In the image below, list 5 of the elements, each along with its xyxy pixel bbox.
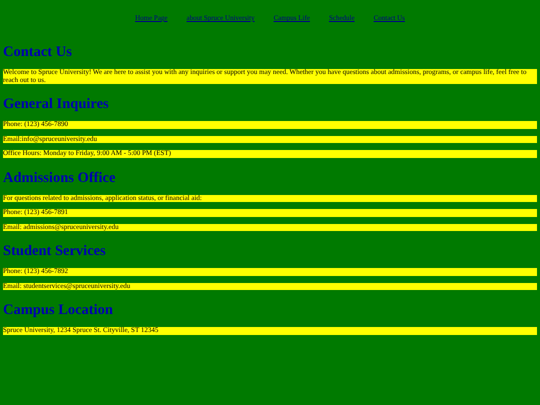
section-heading: General Inquires (3, 96, 110, 113)
section-heading: Admissions Office (3, 170, 116, 186)
section-heading: Student Services (3, 243, 107, 260)
section-heading: Campus Location (3, 302, 114, 319)
page-heading: Contact Us (3, 44, 73, 61)
